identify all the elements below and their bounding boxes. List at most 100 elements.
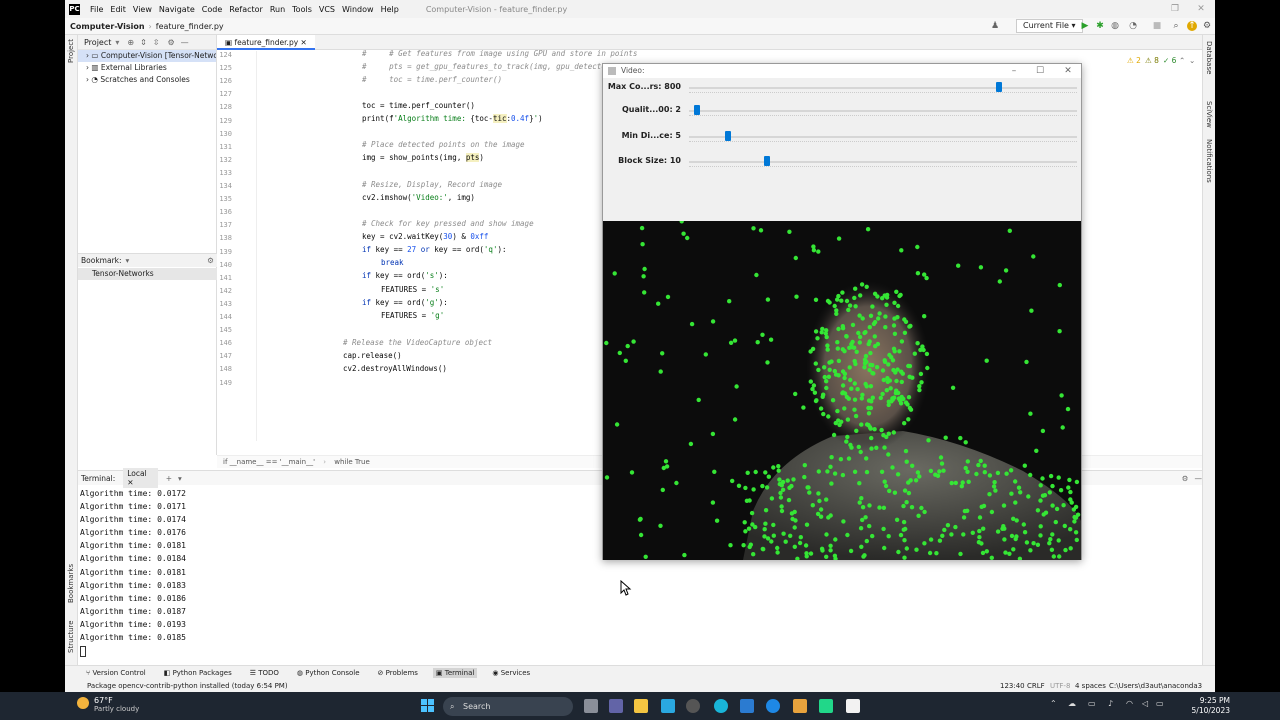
menu-navigate[interactable]: Navigate	[159, 5, 195, 14]
chevron-down-icon[interactable]: ⌄	[1189, 56, 1195, 65]
code-line[interactable]: # Place detected points on the image	[362, 140, 525, 149]
menu-vcs[interactable]: VCS	[319, 5, 335, 14]
weather-icon[interactable]	[77, 697, 89, 709]
terminal-tool[interactable]: ▣ Terminal	[432, 668, 478, 678]
weak-warnings-icon[interactable]: ⚠ 8	[1145, 56, 1159, 65]
network-icon[interactable]: ▭	[1088, 699, 1096, 708]
add-terminal-icon[interactable]: +	[166, 474, 172, 483]
chevron-up-icon[interactable]: ⌃	[1179, 56, 1185, 65]
breadcrumb-main[interactable]: if __name__ == '__main__'	[223, 458, 315, 466]
menu-view[interactable]: View	[133, 5, 152, 14]
slider-track[interactable]	[689, 161, 1077, 163]
debug-icon[interactable]: ✱	[1095, 21, 1105, 31]
python-console-tool[interactable]: ◍ Python Console	[294, 668, 363, 678]
code-line[interactable]: # toc = time.perf_counter()	[362, 75, 502, 84]
menu-edit[interactable]: Edit	[110, 5, 126, 14]
user-icon[interactable]: ♟	[990, 21, 1000, 31]
menu-code[interactable]: Code	[202, 5, 222, 14]
cortana-icon[interactable]	[714, 699, 728, 713]
chevron-up-icon[interactable]: ⌃	[1050, 699, 1057, 708]
code-line[interactable]: # Release the VideoCapture object	[343, 338, 492, 347]
code-line[interactable]: FEATURES = 'g'	[381, 311, 444, 320]
code-line[interactable]: key = cv2.waitKey(30) & 0xff	[362, 232, 488, 241]
chevron-down-icon[interactable]: ▾	[126, 256, 130, 265]
caret-position[interactable]: 123:40	[1000, 680, 1025, 692]
chevron-down-icon[interactable]: ▾	[178, 474, 182, 483]
task-view-icon[interactable]	[584, 699, 598, 713]
menu-tools[interactable]: Tools	[292, 5, 312, 14]
onedrive-icon[interactable]: ☁	[1068, 699, 1076, 708]
slider-track[interactable]	[689, 136, 1077, 138]
editor-tab[interactable]: ▣ feature_finder.py ✕	[217, 35, 315, 50]
update-icon[interactable]: ↑	[1187, 21, 1197, 31]
code-line[interactable]: FEATURES = 's'	[381, 285, 444, 294]
code-line[interactable]: cv2.destroyAllWindows()	[343, 364, 447, 373]
vscode-icon[interactable]	[740, 699, 754, 713]
bookmarks-tool-button[interactable]: Bookmarks	[67, 564, 75, 603]
windows-start-icon[interactable]	[421, 699, 434, 712]
gear-icon[interactable]: ⚙	[168, 38, 175, 47]
battery-icon[interactable]: ▭	[1156, 699, 1164, 708]
tree-item-external-libraries[interactable]: › ▥ External Libraries	[78, 62, 216, 74]
teams-icon[interactable]	[609, 699, 623, 713]
tree-item-project-root[interactable]: › ▭ Computer-Vision [Tensor-Networks]	[78, 50, 216, 62]
project-panel-title[interactable]: Project	[84, 38, 111, 47]
code-line[interactable]: toc = time.perf_counter()	[362, 101, 475, 110]
maximize-icon[interactable]: ☐	[1033, 64, 1047, 78]
dell-icon[interactable]	[686, 699, 700, 713]
file-explorer-icon[interactable]	[634, 699, 648, 713]
search-everywhere-icon[interactable]: ⌕	[1171, 21, 1181, 31]
hide-icon[interactable]: —	[181, 38, 189, 47]
services-tool[interactable]: ◉ Services	[489, 668, 533, 678]
gear-icon[interactable]: ⚙	[1182, 474, 1189, 483]
slider-thumb[interactable]	[996, 82, 1003, 92]
run-icon[interactable]: ▶	[1080, 21, 1090, 31]
line-separator[interactable]: CRLF	[1027, 680, 1045, 692]
microphone-icon[interactable]: ♪	[1108, 699, 1113, 708]
slider-thumb[interactable]	[763, 156, 770, 166]
expand-all-icon[interactable]: ⇕	[140, 38, 147, 47]
settings-icon[interactable]: ⚙	[1202, 21, 1212, 31]
volume-icon[interactable]: ◁	[1142, 699, 1148, 708]
status-message[interactable]: Package opencv-contrib-python installed …	[87, 682, 288, 690]
menu-refactor[interactable]: Refactor	[229, 5, 263, 14]
bookmark-item[interactable]: Tensor-Networks	[78, 268, 217, 280]
terminal-cursor[interactable]	[80, 646, 86, 657]
locate-icon[interactable]: ⊕	[127, 38, 134, 47]
chevron-down-icon[interactable]: ▾	[115, 38, 119, 47]
menu-run[interactable]: Run	[270, 5, 285, 14]
structure-tool-button[interactable]: Structure	[67, 620, 75, 653]
indent-setting[interactable]: 4 spaces	[1075, 680, 1106, 692]
code-line[interactable]: img = show_points(img, pts)	[362, 153, 484, 162]
edge-icon[interactable]	[661, 699, 675, 713]
taskbar-search[interactable]: ⌕ Search	[443, 697, 573, 716]
breadcrumb-file[interactable]: feature_finder.py	[156, 22, 224, 31]
collapse-all-icon[interactable]: ⇳	[153, 38, 160, 47]
pycharm-taskbar-icon[interactable]	[819, 699, 833, 713]
stop-icon[interactable]: ■	[1152, 21, 1162, 31]
code-line[interactable]: cv2.imshow('Video:', img)	[362, 193, 475, 202]
file-encoding[interactable]: UTF-8	[1050, 680, 1070, 692]
project-tool-button[interactable]: Project	[67, 39, 75, 63]
typos-icon[interactable]: ✓ 6	[1163, 56, 1176, 65]
minimize-icon[interactable]: –	[1007, 64, 1021, 78]
slider-track[interactable]	[689, 110, 1077, 112]
code-line[interactable]: if key == 27 or key == ord('q'):	[362, 245, 507, 254]
menu-file[interactable]: File	[90, 5, 103, 14]
taskbar-clock[interactable]: 9:25 PM 5/10/2023	[1192, 696, 1230, 716]
code-line[interactable]: # Check for key pressed and show image	[362, 219, 534, 228]
slider-thumb[interactable]	[724, 131, 731, 141]
profile-icon[interactable]: ◔	[1128, 21, 1138, 31]
code-line[interactable]: if key == ord('g'):	[362, 298, 448, 307]
breadcrumb-project[interactable]: Computer-Vision	[70, 22, 145, 31]
close-window-icon[interactable]: ✕	[1193, 3, 1209, 15]
gear-icon[interactable]: ⚙	[207, 256, 214, 265]
menu-window[interactable]: Window	[342, 5, 374, 14]
todo-tool[interactable]: ☰ TODO	[247, 668, 282, 678]
tree-item-scratches[interactable]: › ◔ Scratches and Consoles	[78, 74, 216, 86]
hide-icon[interactable]: —	[1195, 474, 1203, 483]
slider-track[interactable]	[689, 87, 1077, 89]
code-line[interactable]: print(f'Algorithm time: {toc-tic:0.4f}')	[362, 114, 543, 123]
code-line[interactable]: break	[381, 258, 404, 267]
version-control-tool[interactable]: ⑂ Version Control	[83, 668, 149, 678]
